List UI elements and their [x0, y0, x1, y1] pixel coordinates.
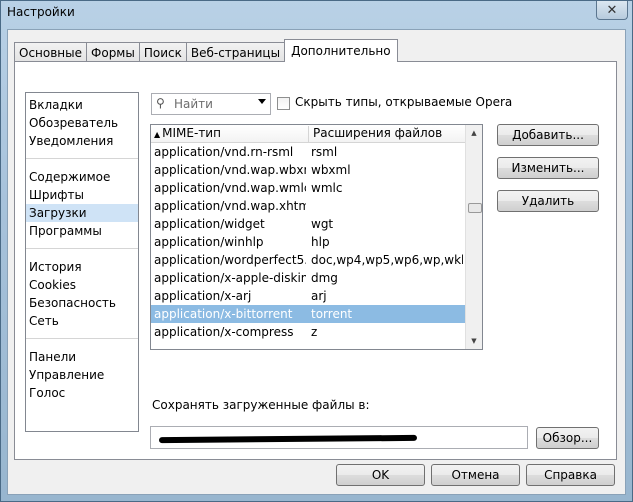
sort-up-icon: ▲ [154, 130, 161, 139]
advanced-panel: Вкладки Обозреватель Уведомления Содержи… [14, 61, 617, 460]
sidebar-item-history[interactable]: История [26, 258, 138, 276]
advanced-sidebar: Вкладки Обозреватель Уведомления Содержи… [25, 92, 139, 432]
tab-advanced[interactable]: Дополнительно [284, 39, 398, 62]
extensions-cell: dmg [311, 271, 338, 285]
sidebar-item-downloads[interactable]: Загрузки [26, 204, 138, 222]
download-path-field[interactable] [150, 426, 528, 449]
table-row[interactable]: application/vnd.wap.wmlc wmlc [151, 179, 466, 197]
mime-type-cell: application/vnd.wap.wbxml [154, 163, 306, 177]
extensions-cell: wbxml [311, 163, 351, 177]
mime-type-cell: application/vnd.wap.xhtml... [154, 199, 306, 213]
chevron-down-icon[interactable] [258, 99, 266, 104]
sidebar-item-network[interactable]: Сеть [26, 312, 138, 330]
table-row[interactable]: application/x-compress z [151, 323, 466, 341]
browse-button[interactable]: Обзор... [536, 427, 599, 449]
table-row[interactable]: application/wordperfect5.1 doc,wp4,wp5,wp… [151, 251, 466, 269]
search-icon: ⚲ [156, 96, 165, 110]
title-bar: Настройки ✕ [1, 1, 633, 27]
mime-type-cell: application/vnd.wap.wmlc [154, 181, 306, 195]
table-row[interactable]: application/vnd.wap.xhtml... [151, 197, 466, 215]
extensions-cell: wgt [311, 217, 334, 231]
sidebar-item-tabs[interactable]: Вкладки [26, 96, 138, 114]
mime-type-cell: application/x-bittorrent [154, 307, 293, 321]
sidebar-divider [26, 248, 138, 249]
mime-table-header: ▲ MIME-тип Расширения файлов [151, 125, 466, 143]
sidebar-item-content[interactable]: Содержимое [26, 168, 138, 186]
mime-type-cell: application/x-apple-diskim... [154, 271, 306, 285]
help-button[interactable]: Справка [526, 464, 615, 486]
close-icon: ✕ [606, 2, 618, 18]
mime-rows: application/vnd.rn-rsml rsml application/v… [151, 143, 466, 341]
extensions-cell: hlp [311, 235, 330, 249]
tab-search[interactable]: Поиск [138, 42, 187, 62]
table-row[interactable]: application/widget wgt [151, 215, 466, 233]
sidebar-item-voice[interactable]: Голос [26, 384, 138, 402]
redacted-path [158, 434, 418, 444]
table-row[interactable]: application/x-bittorrent torrent [151, 305, 466, 323]
extensions-cell: torrent [311, 307, 353, 321]
extensions-cell: arj [311, 289, 327, 303]
sidebar-divider [26, 158, 138, 159]
sidebar-item-shortcuts[interactable]: Управление [26, 366, 138, 384]
scroll-down-icon[interactable]: ▼ [466, 333, 482, 349]
delete-button[interactable]: Удалить [497, 190, 599, 212]
dialog-client: Основные Формы Поиск Веб-страницы Дополн… [7, 29, 626, 495]
table-row[interactable]: application/vnd.rn-rsml rsml [151, 143, 466, 161]
search-placeholder: Найти [174, 97, 213, 111]
extensions-cell: doc,wp4,wp5,wp6,wp,wkb,... [311, 253, 463, 267]
extensions-cell: rsml [311, 145, 338, 159]
download-folder-label: Сохранять загруженные файлы в: [152, 398, 370, 412]
mime-type-cell: application/x-compress [154, 325, 294, 339]
table-row[interactable]: application/winhlp hlp [151, 233, 466, 251]
tab-forms[interactable]: Формы [86, 42, 140, 62]
column-header-mime[interactable]: ▲ MIME-тип [154, 126, 304, 140]
add-button[interactable]: Добавить... [497, 124, 599, 146]
mime-type-cell: application/vnd.rn-rsml [154, 145, 294, 159]
mime-type-cell: application/winhlp [154, 235, 264, 249]
sidebar-item-security[interactable]: Безопасность [26, 294, 138, 312]
hide-types-label: Скрыть типы, открываемые Opera [295, 95, 513, 109]
sidebar-item-fonts[interactable]: Шрифты [26, 186, 138, 204]
ok-button[interactable]: OK [336, 464, 425, 486]
window-title: Настройки [7, 5, 75, 19]
cancel-button[interactable]: Отмена [431, 464, 520, 486]
extensions-cell: wmlc [311, 181, 343, 195]
mime-type-cell: application/widget [154, 217, 265, 231]
sidebar-item-programs[interactable]: Программы [26, 222, 138, 240]
table-row[interactable]: application/x-apple-diskim... dmg [151, 269, 466, 287]
sidebar-item-cookies[interactable]: Cookies [26, 276, 138, 294]
sidebar-item-toolbars[interactable]: Панели [26, 348, 138, 366]
mime-type-cell: application/x-arj [154, 289, 252, 303]
edit-button[interactable]: Изменить... [497, 157, 599, 179]
mime-table: ▲ MIME-тип Расширения файлов application/… [150, 124, 483, 350]
sidebar-item-notifications[interactable]: Уведомления [26, 132, 138, 150]
search-input[interactable]: ⚲ Найти [151, 93, 271, 115]
settings-window: Настройки ✕ Основные Формы Поиск Веб-стр… [0, 0, 633, 502]
tab-web-pages[interactable]: Веб-страницы [185, 42, 286, 62]
tab-basic[interactable]: Основные [14, 42, 88, 62]
table-row[interactable]: application/vnd.wap.wbxml wbxml [151, 161, 466, 179]
vertical-scrollbar[interactable]: ▲ ▼ [465, 125, 482, 349]
tab-strip: Основные Формы Поиск Веб-страницы Дополн… [14, 38, 398, 62]
mime-type-cell: application/wordperfect5.1 [154, 253, 306, 267]
hide-types-checkbox[interactable] [277, 97, 290, 110]
close-button[interactable]: ✕ [596, 1, 628, 20]
scroll-thumb[interactable] [468, 203, 482, 213]
scroll-up-icon[interactable]: ▲ [466, 125, 482, 141]
sidebar-divider [26, 338, 138, 339]
column-header-extensions[interactable]: Расширения файлов [308, 126, 467, 142]
sidebar-item-browser[interactable]: Обозреватель [26, 114, 138, 132]
extensions-cell: z [311, 325, 318, 339]
table-row[interactable]: application/x-arj arj [151, 287, 466, 305]
